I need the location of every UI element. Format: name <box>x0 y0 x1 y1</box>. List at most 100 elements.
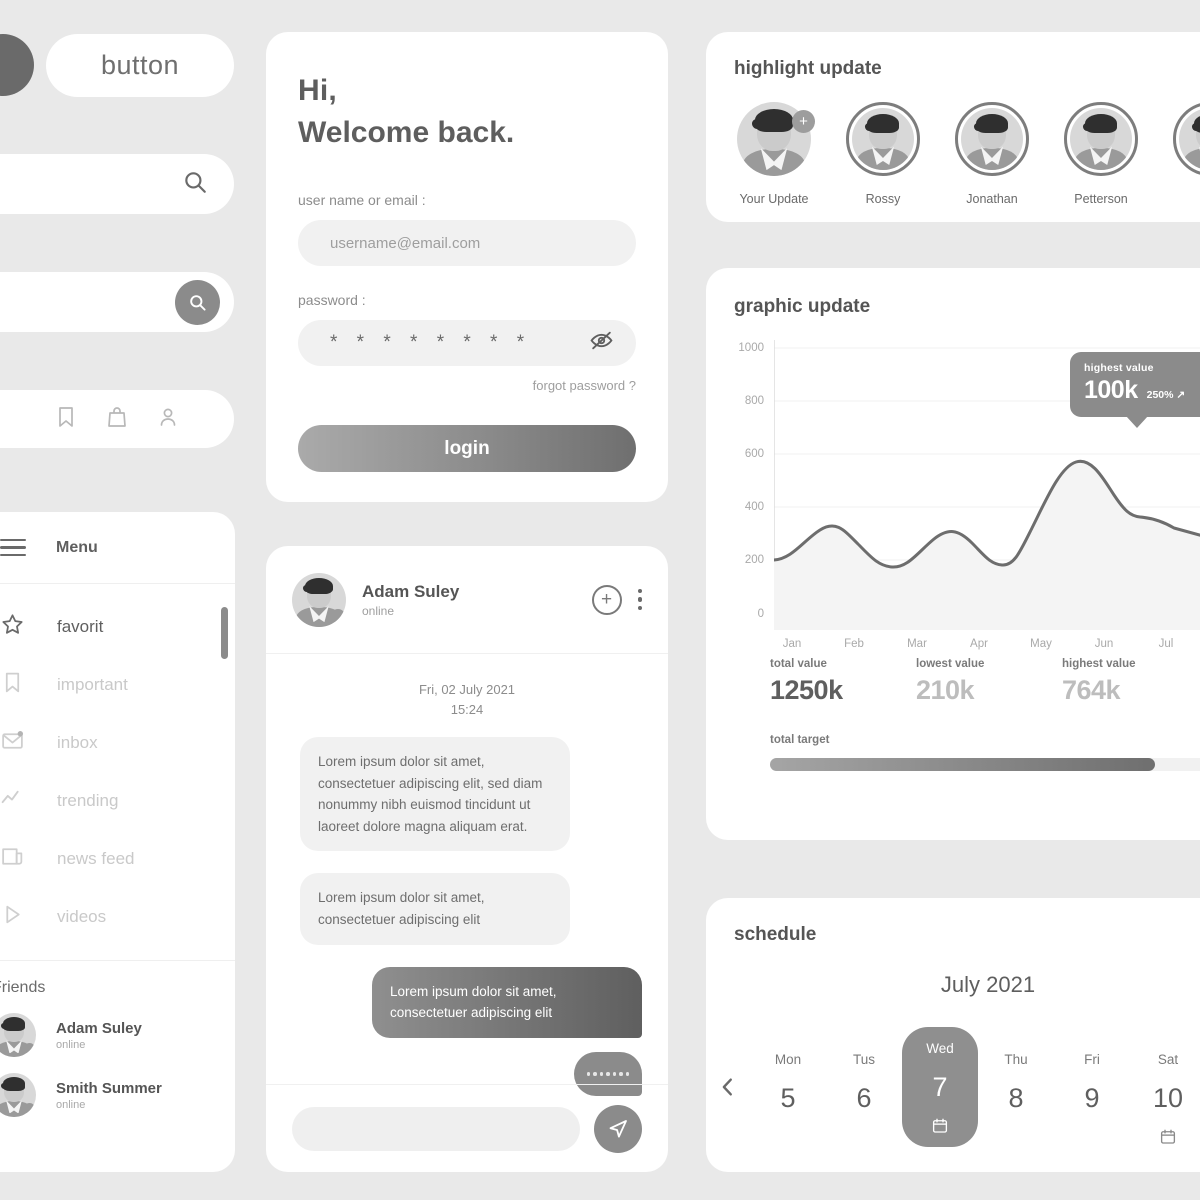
x-tick-label: May <box>1030 638 1052 650</box>
friend-list-item[interactable]: Adam Suley online <box>0 997 235 1057</box>
login-button[interactable]: login <box>298 425 636 472</box>
chat-time-text: 15:24 <box>450 701 484 717</box>
password-value: * * * * * * * * <box>330 332 532 353</box>
calendar-day-7-selected[interactable]: Wed 7 <box>902 1027 978 1147</box>
sidebar-scrollbar[interactable] <box>221 607 228 659</box>
chat-message-input[interactable] <box>292 1106 580 1151</box>
highlight-item-label: Rossy <box>865 192 901 206</box>
bookmark-icon[interactable] <box>54 404 78 435</box>
chat-date-divider: Fri, 02 July 2021 15:24 <box>266 654 668 737</box>
user-icon[interactable] <box>156 404 180 435</box>
highlight-item-rossy[interactable]: Rossy <box>843 102 923 206</box>
tooltip-value: 100k <box>1084 376 1138 404</box>
news-icon <box>0 844 25 874</box>
sidebar-item-favorit[interactable]: favorit <box>0 598 235 656</box>
sidebar-item-news-feed[interactable]: news feed <box>0 830 235 888</box>
calendar-day-6[interactable]: Tus 6 <box>826 1038 902 1158</box>
username-label: user name or email : <box>298 192 426 208</box>
username-field[interactable]: username@email.com <box>298 220 636 266</box>
highlight-item-overflow[interactable] <box>1170 102 1200 206</box>
chat-contact-name: Adam Suley <box>362 581 460 601</box>
stat-value: 210k <box>916 675 975 705</box>
sidebar-item-label: news feed <box>57 849 135 868</box>
sidebar-item-trending[interactable]: trending <box>0 772 235 830</box>
total-target-fill <box>770 758 1156 771</box>
send-icon[interactable] <box>594 1104 642 1153</box>
avatar <box>1179 108 1200 170</box>
x-tick-label: Jan <box>782 638 802 650</box>
username-value: username@email.com <box>330 234 481 252</box>
stat-lowest-value: lowest value 210k <box>916 658 1062 706</box>
calendar-day-number: 5 <box>780 1083 796 1113</box>
forgot-password-link[interactable]: forgot password ? <box>298 378 636 393</box>
sidebar-item-videos[interactable]: videos <box>0 888 235 946</box>
stat-value: 764k <box>1062 675 1121 705</box>
sidebar-menu-label: Menu <box>56 538 98 556</box>
kebab-menu-icon[interactable] <box>637 588 642 611</box>
sidebar-header[interactable]: Menu <box>0 512 235 584</box>
sidebar-item-label: important <box>57 675 128 694</box>
schedule-card: schedule July 2021 Mon 5 Tus 6 Wed 7 Thu… <box>706 898 1200 1172</box>
password-field[interactable]: * * * * * * * * <box>298 320 636 366</box>
x-tick-label: Jun <box>1094 638 1114 650</box>
calendar-day-8[interactable]: Thu 8 <box>978 1038 1054 1158</box>
sidebar-item-label: videos <box>57 907 107 926</box>
calendar-day-number: 6 <box>856 1083 872 1113</box>
sidebar-item-inbox[interactable]: inbox <box>0 714 235 772</box>
area-chart: 1000 800 600 400 200 0 highest value 100… <box>738 340 1200 650</box>
avatar <box>0 1013 36 1057</box>
sidebar-menu-list: favorit important inbox trending news fe… <box>0 584 235 946</box>
graphic-update-card: graphic update 1000 800 600 400 200 0 hi… <box>706 268 1200 840</box>
search-bar-with-button[interactable] <box>0 272 234 332</box>
calendar-day-9[interactable]: Fri 9 <box>1054 1038 1130 1158</box>
chat-message-outgoing: Lorem ipsum dolor sit amet, consectetuer… <box>372 966 642 1038</box>
friend-list-item[interactable]: Smith Summer online <box>0 1057 235 1117</box>
stat-total-value: total value 1250k <box>770 658 916 706</box>
sidebar-item-important[interactable]: important <box>0 656 235 714</box>
dark-circle-icon[interactable] <box>0 34 34 96</box>
calendar-day-number: 9 <box>1084 1083 1100 1113</box>
highlight-item-petterson[interactable]: Petterson <box>1061 102 1141 206</box>
password-label: password : <box>298 292 366 308</box>
button-pill-label: button <box>100 50 180 80</box>
total-target-progressbar <box>770 758 1200 771</box>
calendar-day-10[interactable]: Sat 10 <box>1130 1038 1200 1158</box>
chat-message-incoming: Lorem ipsum dolor sit amet, consectetuer… <box>300 737 570 852</box>
schedule-title: schedule <box>734 924 817 945</box>
avatar[interactable] <box>292 572 346 627</box>
search-bar-plain[interactable] <box>0 154 234 214</box>
y-tick-label: 600 <box>744 448 764 460</box>
friend-name: Smith Summer <box>56 1079 162 1097</box>
stat-label: total value <box>770 658 827 670</box>
friends-section: Friends Adam Suley online Smith Summer <box>0 960 235 1117</box>
search-icon[interactable] <box>182 169 208 200</box>
highlight-item-label: Your Update <box>739 192 809 206</box>
mail-icon <box>0 728 25 758</box>
play-icon <box>0 902 25 932</box>
stat-label: highest value <box>1062 658 1136 670</box>
add-story-icon[interactable]: + <box>792 110 815 133</box>
highlight-item-label: Jonathan <box>966 192 1018 206</box>
calendar-day-5[interactable]: Mon 5 <box>750 1038 826 1158</box>
highlight-item-jonathan[interactable]: Jonathan <box>952 102 1032 206</box>
greeting-line-1: Hi, <box>298 74 337 107</box>
button-pill[interactable]: button <box>46 34 234 97</box>
highlight-update-card: highlight update + Your Update Rossy Jon… <box>706 32 1200 222</box>
eye-off-icon[interactable] <box>589 328 614 358</box>
calendar-day-number: 8 <box>1008 1083 1024 1113</box>
highlight-item-label: Petterson <box>1074 192 1128 206</box>
search-icon[interactable] <box>175 279 220 325</box>
y-tick-label: 200 <box>744 554 764 566</box>
y-tick-label: 800 <box>744 395 764 407</box>
highlight-item-your-update[interactable]: + Your Update <box>734 102 815 206</box>
chevron-left-icon[interactable] <box>706 1072 750 1102</box>
plus-circle-icon[interactable]: + <box>591 584 622 615</box>
icon-tab-bar <box>0 390 234 448</box>
chat-contact-status: online <box>362 603 395 618</box>
friend-status: online <box>56 1098 86 1111</box>
tooltip-label: highest value <box>1084 362 1154 374</box>
trending-icon <box>0 786 25 816</box>
stat-value: 1250k <box>770 675 843 705</box>
bag-icon[interactable] <box>105 404 129 435</box>
hamburger-menu-icon[interactable] <box>0 538 26 557</box>
